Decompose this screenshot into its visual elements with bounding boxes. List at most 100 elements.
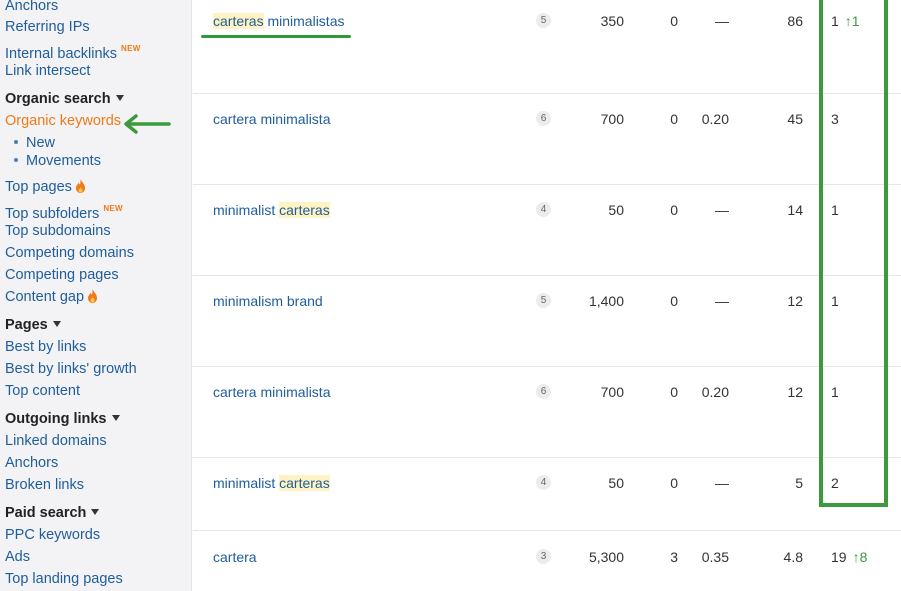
global-volume-value: 0 — [670, 111, 678, 127]
sidebar-item-label: Internal backlinks — [5, 46, 118, 62]
volume-value: 50 — [608, 202, 624, 218]
traffic-value: 86 — [787, 13, 803, 29]
keyword-text: minimalist — [213, 202, 280, 218]
global-volume-value: 0 — [670, 13, 678, 29]
table-row: minimalist carteras 4 50 0—14 1 — [193, 185, 901, 276]
volume-value: 5,300 — [588, 549, 624, 565]
global-volume-value: 0 — [670, 202, 678, 218]
volume-value: 700 — [600, 111, 624, 127]
sidebar-item-linked-domains[interactable]: Linked domains — [5, 432, 107, 450]
keyword-link[interactable]: minimalist carteras — [213, 474, 330, 492]
keyword-text: cartera minimalista — [213, 111, 331, 127]
traffic-value: 12 — [787, 384, 803, 400]
table-row: minimalism brand 5 1,400 0—12 1 — [193, 276, 901, 367]
keyword-text: cartera — [213, 549, 257, 565]
keyword-highlight: carteras — [279, 475, 330, 491]
sidebar-item-top-pages[interactable]: Top pages — [5, 178, 86, 196]
cpc-value: — — [715, 293, 729, 309]
sidebar-item-referring-ips[interactable]: Referring IPs — [5, 18, 90, 36]
sidebar: Anchors Referring IPs Internal backlinks… — [0, 0, 192, 591]
section-heading-label: Paid search — [5, 505, 87, 521]
position-number: 19 — [831, 549, 847, 565]
new-badge: NEW — [103, 204, 123, 213]
sidebar-item-competing-domains[interactable]: Competing domains — [5, 244, 134, 262]
keyword-link[interactable]: cartera minimalista — [213, 383, 330, 401]
table-row: carteras minimalistas 5 350 0—86 1 ↑1 — [193, 0, 901, 94]
keyword-link[interactable]: minimalist carteras — [213, 201, 330, 219]
sidebar-item-broken-links[interactable]: Broken links — [5, 476, 84, 494]
sidebar-item-organic-keywords[interactable]: Organic keywords — [5, 112, 121, 130]
section-heading-organic-search[interactable]: Organic search — [5, 90, 124, 108]
keywords-table: carteras minimalistas 5 350 0—86 1 ↑1 cartera … — [193, 0, 901, 591]
sidebar-item-ads[interactable]: Ads — [5, 548, 30, 566]
sidebar-item-top-subdomains[interactable]: Top subdomains — [5, 222, 111, 240]
cpc-value: 0.20 — [701, 111, 729, 127]
section-heading-label: Outgoing links — [5, 411, 107, 427]
caret-down-icon — [52, 321, 61, 327]
sidebar-item-top-landing-pages[interactable]: Top landing pages — [5, 570, 123, 588]
sidebar-item-label: Top subfolders — [5, 206, 100, 222]
sidebar-item-ppc-keywords[interactable]: PPC keywords — [5, 526, 100, 544]
keyword-text: minimalism brand — [213, 293, 323, 309]
section-heading-pages[interactable]: Pages — [5, 316, 61, 334]
keyword-link[interactable]: carteras minimalistas — [213, 12, 344, 30]
traffic-value: 5 — [795, 475, 803, 491]
sidebar-item-label: Content gap — [5, 289, 85, 305]
sidebar-item-link-intersect[interactable]: Link intersect — [5, 62, 90, 80]
position-change: ↑8 — [853, 549, 868, 565]
volume-value: 350 — [600, 13, 624, 29]
keyword-underline-annotation — [201, 35, 351, 38]
keyword-link[interactable]: cartera minimalista — [213, 110, 330, 128]
keyword-highlight: carteras — [213, 13, 264, 29]
kd-badge: 4 — [536, 475, 551, 490]
kd-badge: 4 — [536, 202, 551, 217]
caret-down-icon — [111, 415, 120, 421]
keyword-link[interactable]: minimalism brand — [213, 292, 323, 310]
kd-badge: 6 — [536, 384, 551, 399]
section-heading-label: Pages — [5, 317, 48, 333]
sidebar-item-top-subfolders[interactable]: Top subfolders NEW — [5, 200, 123, 223]
traffic-value: 4.8 — [783, 549, 803, 565]
global-volume-value: 0 — [670, 384, 678, 400]
caret-down-icon — [115, 95, 124, 101]
sidebar-item-best-by-links-growth[interactable]: Best by links' growth — [5, 360, 137, 378]
table-row: minimalist carteras 4 50 0—5 2 — [193, 458, 901, 531]
sidebar-item-content-gap[interactable]: Content gap — [5, 288, 98, 306]
fire-icon — [75, 179, 85, 193]
sidebar-item-anchors[interactable]: Anchors — [5, 0, 58, 15]
sidebar-item-best-by-links[interactable]: Best by links — [5, 338, 86, 356]
traffic-value: 14 — [787, 202, 803, 218]
sidebar-item-anchors-outgoing[interactable]: Anchors — [5, 454, 58, 472]
caret-down-icon — [91, 509, 100, 515]
kd-badge: 3 — [536, 549, 551, 564]
position-value: 19 ↑8 — [831, 548, 867, 566]
position-column-highlight-box — [819, 0, 888, 507]
position-change-value: 8 — [859, 549, 868, 565]
kd-badge: 5 — [536, 293, 551, 308]
cpc-value: — — [715, 13, 729, 29]
table-row: cartera minimalista 6 700 0 0.20 45 3 — [193, 94, 901, 185]
bullet-icon — [14, 158, 18, 162]
sidebar-item-competing-pages[interactable]: Competing pages — [5, 266, 119, 284]
left-arrow-icon — [124, 114, 171, 134]
cpc-value: 0.20 — [701, 384, 729, 400]
fire-icon — [88, 289, 98, 303]
volume-value: 50 — [608, 475, 624, 491]
bullet-icon — [14, 140, 18, 144]
section-heading-paid-search[interactable]: Paid search — [5, 504, 100, 522]
new-badge: NEW — [121, 44, 141, 53]
section-heading-outgoing-links[interactable]: Outgoing links — [5, 410, 120, 428]
keyword-link[interactable]: cartera — [213, 548, 257, 566]
sidebar-item-label: New — [26, 135, 56, 151]
sidebar-item-top-content[interactable]: Top content — [5, 382, 80, 400]
keyword-text: cartera minimalista — [213, 384, 331, 400]
traffic-value: 45 — [787, 111, 803, 127]
sidebar-item-internal-backlinks[interactable]: Internal backlinks NEW — [5, 40, 141, 63]
up-arrow-icon: ↑ — [852, 549, 860, 565]
global-volume-value: 0 — [670, 293, 678, 309]
keyword-text: minimalist — [213, 475, 280, 491]
sidebar-subitem-new[interactable]: New — [14, 134, 55, 152]
section-heading-label: Organic search — [5, 91, 111, 107]
sidebar-item-label: Movements — [26, 153, 101, 169]
sidebar-subitem-movements[interactable]: Movements — [14, 152, 101, 170]
